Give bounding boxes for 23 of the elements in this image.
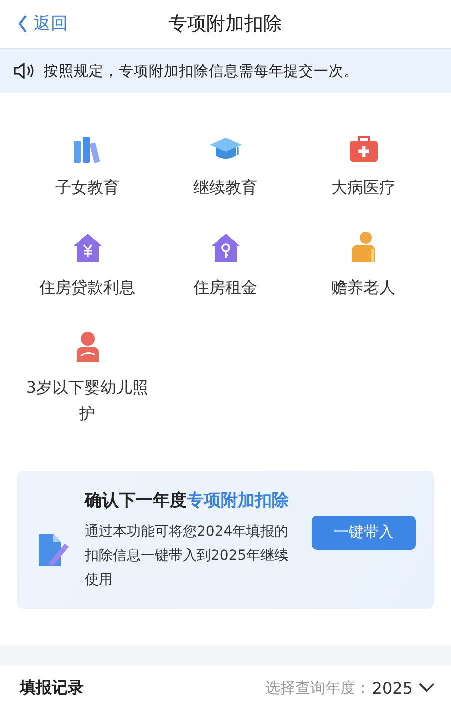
house-yen-icon [72, 231, 102, 263]
chevron-down-icon [419, 683, 435, 693]
house-key-icon [210, 231, 240, 263]
page-title: 专项附加扣除 [168, 12, 282, 37]
notice-text: 按照规定，专项附加扣除信息需每年提交一次。 [44, 62, 359, 80]
card-title: 确认下一年度专项附加扣除 [85, 490, 290, 512]
year-label: 选择查询年度： [265, 678, 370, 698]
year-dropdown[interactable]: 2025 [372, 678, 435, 698]
category-item[interactable]: 住房贷款利息 [22, 275, 152, 301]
category-item[interactable]: 继续教育 [160, 175, 290, 201]
category-item[interactable]: 3岁以下婴幼儿照护 [22, 375, 152, 427]
section-title: 填报记录 [20, 678, 84, 698]
category-item[interactable]: 赡养老人 [298, 275, 428, 301]
speaker-icon [14, 63, 36, 79]
chevron-left-icon [18, 14, 28, 32]
document-pencil-icon [37, 532, 71, 568]
card-description: 通过本功能可将您2024年填报的扣除信息一键带入到2025年继续使用 [85, 522, 290, 590]
category-item[interactable]: 大病医疗 [298, 175, 428, 201]
category-item[interactable]: 住房租金 [160, 275, 290, 301]
category-item[interactable]: 子女教育 [22, 175, 152, 201]
person-icon [74, 331, 100, 363]
back-button[interactable]: 返回 [14, 10, 72, 37]
carry-over-button[interactable]: 一键带入 [312, 516, 416, 550]
